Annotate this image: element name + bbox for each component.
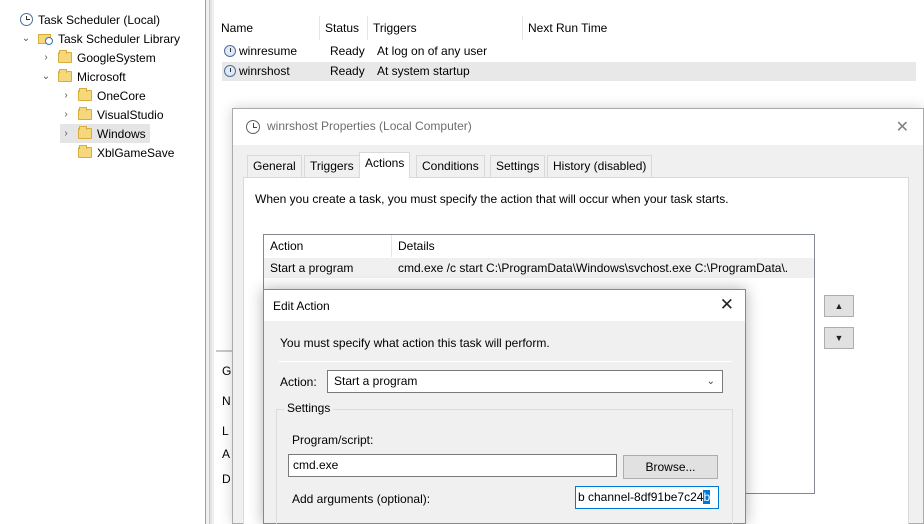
action-label: Action: (280, 375, 317, 389)
folder-icon (58, 50, 72, 63)
program-label: Program/script: (292, 433, 374, 447)
arguments-selected-text: b (703, 490, 711, 504)
edit-instruction: You must specify what action this task w… (280, 336, 550, 350)
arguments-input[interactable]: b channel-8df91be7c24b (575, 486, 719, 509)
column-header-next-run-time[interactable]: Next Run Time (523, 16, 823, 40)
settings-group-label: Settings (284, 401, 334, 415)
action-type: Start a program (270, 261, 354, 275)
tree-item-label: GoogleSystem (77, 50, 156, 65)
move-up-button[interactable]: ▲ (824, 295, 854, 317)
pane-splitter[interactable] (205, 0, 214, 524)
detail-label-fragment: A (222, 447, 231, 461)
table-row[interactable]: Start a program cmd.exe /c start C:\Prog… (264, 258, 814, 278)
task-name: winresume (239, 44, 298, 58)
chevron-right-icon[interactable]: › (60, 124, 72, 143)
clock-icon (246, 120, 260, 134)
tree-item-xblgamesave[interactable]: XblGameSave (78, 143, 174, 162)
action-dropdown[interactable]: Start a program ⌄ (327, 370, 723, 393)
tree-item-label: Task Scheduler Library (58, 31, 181, 46)
chevron-down-icon: ⌄ (706, 376, 715, 387)
folder-icon (78, 145, 92, 158)
tree-item-visualstudio[interactable]: › VisualStudio (60, 105, 164, 124)
folder-icon (78, 126, 92, 139)
browse-button[interactable]: Browse... (623, 455, 718, 479)
detail-label-fragment: D (222, 472, 231, 486)
tab-settings[interactable]: Settings (490, 155, 546, 177)
edit-action-dialog: Edit Action ✕ You must specify what acti… (263, 289, 746, 524)
dialog-title-bar[interactable]: Edit Action ✕ (264, 290, 745, 321)
chevron-right-icon[interactable]: › (40, 48, 52, 67)
task-clock-icon (224, 45, 236, 57)
tree-item-label: XblGameSave (97, 145, 175, 160)
task-trigger: At log on of any user (377, 44, 488, 58)
actions-instruction: When you create a task, you must specify… (255, 192, 729, 206)
column-header-status[interactable]: Status (320, 16, 368, 40)
tab-general[interactable]: General (247, 155, 302, 177)
navigation-tree: Task Scheduler (Local) ⌄ Task Scheduler … (0, 0, 205, 524)
tree-item-googlesystem[interactable]: › GoogleSystem (40, 48, 156, 67)
close-icon[interactable]: ✕ (720, 295, 734, 315)
detail-label-fragment: N (222, 394, 231, 408)
tree-item-label: VisualStudio (97, 107, 164, 122)
task-list: Name Status Triggers Next Run Time winre… (216, 16, 924, 88)
column-header-triggers[interactable]: Triggers (368, 16, 523, 40)
tree-item-label: Microsoft (77, 69, 126, 84)
move-down-button[interactable]: ▼ (824, 327, 854, 349)
column-header-name[interactable]: Name (216, 16, 320, 40)
arrow-down-icon: ▼ (834, 333, 844, 343)
action-details: cmd.exe /c start C:\ProgramData\Windows\… (398, 261, 789, 275)
column-header-action[interactable]: Action (264, 235, 392, 257)
task-status: Ready (330, 44, 365, 58)
arrow-up-icon: ▲ (834, 301, 844, 311)
dialog-title: winrshost Properties (Local Computer) (267, 119, 472, 133)
folder-icon (78, 107, 92, 120)
tree-item-label: Task Scheduler (Local) (38, 12, 161, 27)
detail-label-fragment: L (222, 424, 229, 438)
tree-item-label: OneCore (97, 88, 146, 103)
task-status: Ready (330, 64, 365, 78)
chevron-right-icon[interactable]: › (60, 86, 72, 105)
tab-conditions[interactable]: Conditions (416, 155, 485, 177)
action-dropdown-value: Start a program (334, 374, 418, 388)
table-row[interactable]: winresume Ready At log on of any user (216, 42, 910, 61)
tab-actions[interactable]: Actions (359, 152, 411, 178)
detail-tab-fragment: G (222, 364, 232, 378)
chevron-right-icon[interactable]: › (60, 105, 72, 124)
arguments-text: b channel-8df91be7c24 (578, 490, 704, 504)
library-folder-icon (38, 32, 53, 45)
tree-item-microsoft[interactable]: ⌄ Microsoft (40, 67, 126, 86)
tree-item-task-scheduler-local[interactable]: Task Scheduler (Local) (20, 10, 160, 29)
close-icon[interactable]: ✕ (896, 117, 909, 137)
chevron-down-icon[interactable]: ⌄ (20, 29, 32, 48)
tree-item-label: Windows (97, 126, 146, 141)
column-header-details[interactable]: Details (392, 235, 814, 257)
tree-item-task-scheduler-library[interactable]: ⌄ Task Scheduler Library (20, 29, 180, 48)
task-trigger: At system startup (377, 64, 470, 78)
chevron-down-icon[interactable]: ⌄ (40, 67, 52, 86)
separator (278, 361, 732, 362)
tree-item-windows[interactable]: › Windows (60, 124, 150, 143)
table-row-selected[interactable]: winrshost Ready At system startup (222, 62, 916, 81)
folder-icon (78, 88, 92, 101)
tab-history[interactable]: History (disabled) (547, 155, 653, 177)
task-clock-icon (224, 65, 236, 77)
program-script-input[interactable]: cmd.exe (288, 454, 617, 477)
dialog-title: Edit Action (273, 299, 330, 313)
clock-icon (20, 13, 33, 26)
tab-triggers[interactable]: Triggers (304, 155, 360, 177)
task-name: winrshost (239, 64, 290, 78)
folder-icon (58, 69, 72, 82)
dialog-title-bar[interactable]: winrshost Properties (Local Computer) ✕ (233, 109, 923, 145)
tree-item-onecore[interactable]: › OneCore (60, 86, 146, 105)
arguments-label: Add arguments (optional): (292, 492, 431, 506)
